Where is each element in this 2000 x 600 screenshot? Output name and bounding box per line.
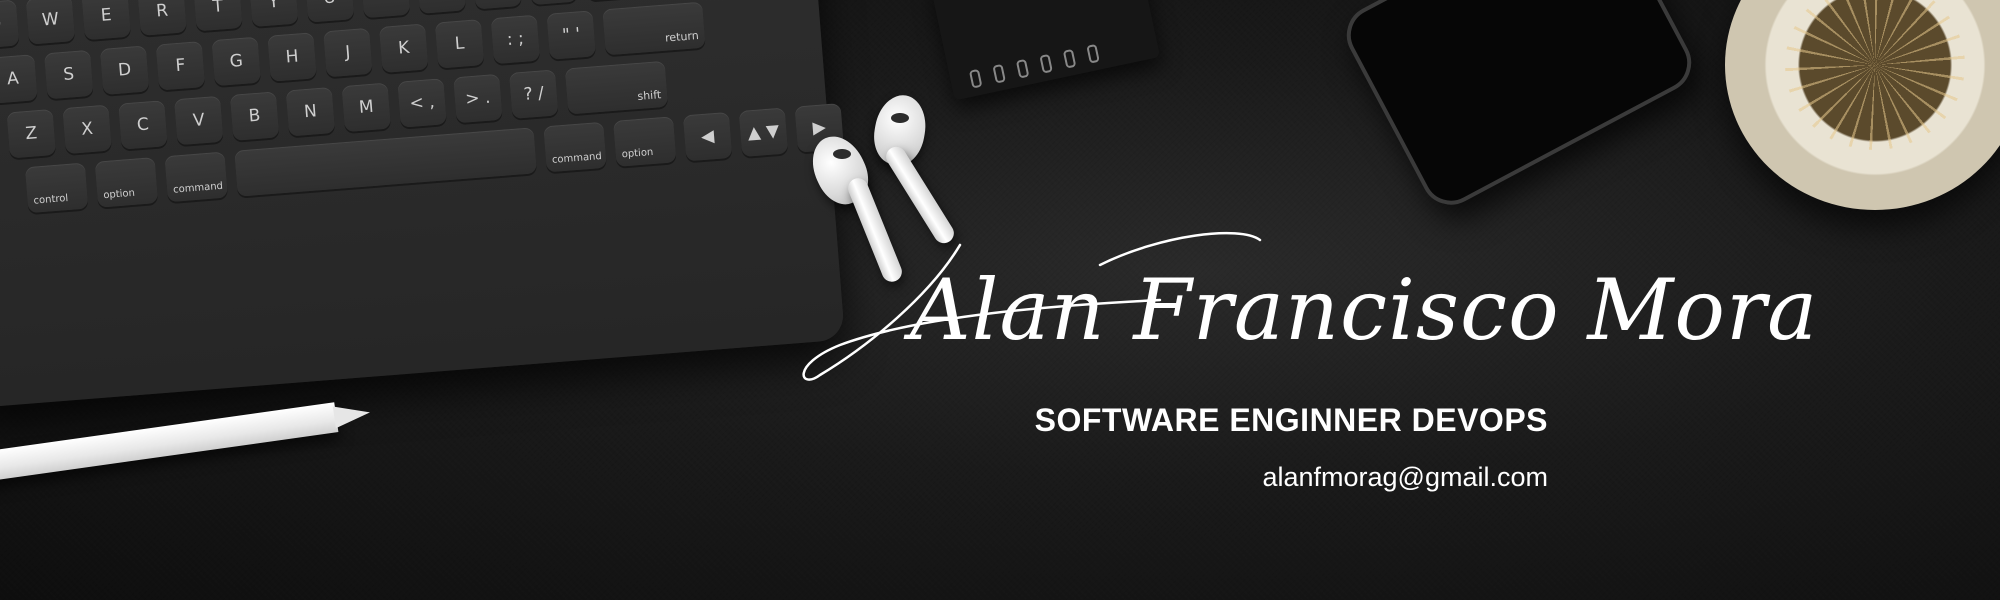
keyboard-key: Z xyxy=(6,108,57,159)
keyboard-key: Q xyxy=(0,0,20,49)
keyboard-image: @ 2# 3$ 4% 5^ 6& 7* 8( 9) 0_ -+ =deleteQ… xyxy=(0,0,845,409)
cactus-spikes xyxy=(1785,0,1965,150)
keyboard-key: F xyxy=(155,41,206,91)
keyboard-key: return xyxy=(602,1,706,56)
keyboard-key: shift xyxy=(564,60,669,115)
keyboard-key: U xyxy=(304,0,355,23)
keyboard-key: " ' xyxy=(546,10,596,60)
keyboard-key: control xyxy=(24,162,89,214)
keyboard-key: V xyxy=(174,95,224,146)
job-title: SOFTWARE ENGINNER DEVOPS xyxy=(1034,402,1548,438)
profile-banner: @ 2# 3$ 4% 5^ 6& 7* 8( 9) 0_ -+ =deleteQ… xyxy=(0,0,2000,600)
keyboard-key: option xyxy=(613,116,677,167)
keyboard-key: Y xyxy=(248,0,299,27)
keyboard-key: ▲ ▼ xyxy=(738,107,789,157)
keyboard-key: command xyxy=(164,151,228,203)
keyboard-key: T xyxy=(193,0,243,32)
keyboard-key: > . xyxy=(453,73,503,124)
keyboard-keys: @ 2# 3$ 4% 5^ 6& 7* 8( 9) 0_ -+ =deleteQ… xyxy=(0,0,844,228)
email-text: alanfmorag@gmail.com xyxy=(1262,462,1548,492)
keyboard-key: ◀ xyxy=(682,111,733,162)
keyboard-key xyxy=(234,127,537,197)
signature-name: Alan Francisco Mora xyxy=(800,225,1817,395)
keyboard-key: M xyxy=(341,82,391,133)
keyboard-key: H xyxy=(267,32,317,82)
keyboard-key: option xyxy=(94,157,159,208)
keyboard-key: } ] xyxy=(583,0,634,1)
keyboard-key: N xyxy=(285,86,336,137)
keyboard-key: { [ xyxy=(528,0,578,6)
keyboard-key: C xyxy=(118,100,168,150)
keyboard-key: L xyxy=(434,19,485,69)
name-text: Alan Francisco Mora xyxy=(910,261,1819,359)
keyboard-key: < , xyxy=(397,78,447,128)
keyboard-key: E xyxy=(81,0,131,41)
keyboard-key: G xyxy=(211,36,261,87)
keyboard-key: O xyxy=(416,0,466,14)
keyboard-key: command xyxy=(543,121,607,173)
keyboard-key: I xyxy=(360,0,411,19)
keyboard-key: D xyxy=(99,45,150,95)
keyboard-key: A xyxy=(0,54,38,104)
keyboard-key: W xyxy=(25,0,76,45)
keyboard-key: : ; xyxy=(490,14,541,65)
keyboard-key: R xyxy=(137,0,187,36)
keyboard-key: X xyxy=(62,104,112,155)
keyboard-key: ? / xyxy=(509,69,559,119)
keyboard-key: J xyxy=(323,27,373,78)
keyboard-key: B xyxy=(229,91,280,141)
keyboard-key: S xyxy=(44,49,94,100)
keyboard-key: K xyxy=(379,23,429,73)
keyboard-key: P xyxy=(472,0,522,10)
